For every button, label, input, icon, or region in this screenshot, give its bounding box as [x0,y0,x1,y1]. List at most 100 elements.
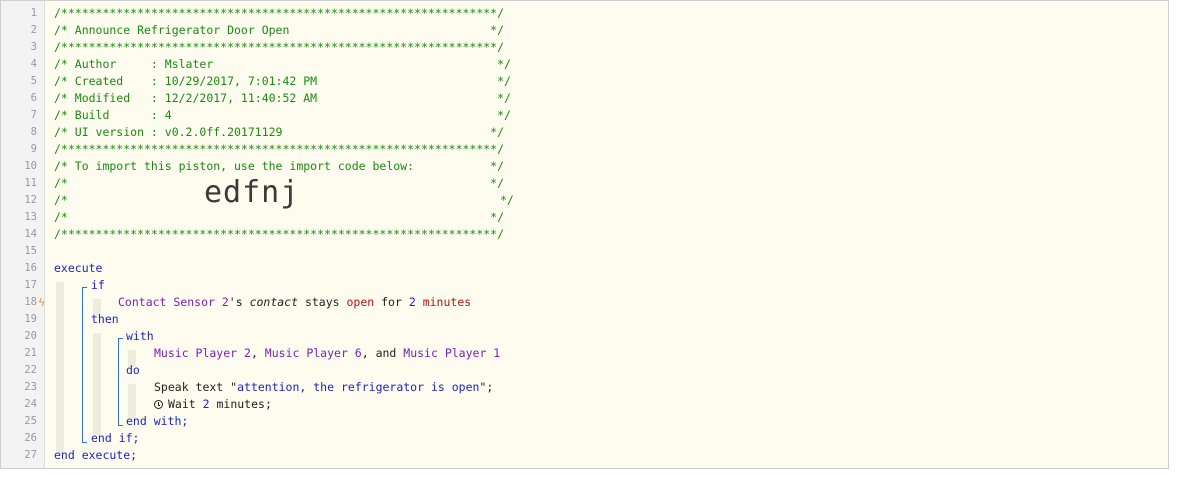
import-code-line: /* edfnj */ [54,178,517,209]
line-number: 12 [24,194,37,206]
attribute-name: contact [249,295,299,309]
line-number: 7 [30,109,37,121]
line-number: 2 [30,24,37,36]
line-number: 11 [24,177,37,189]
device-list[interactable]: Music Player 2, Music Player 6, and Musi… [154,345,500,362]
code-line: 18 ϟ Contact Sensor 2's contact stays open… [1,294,1168,311]
code-line: 7 /* Build : 4 */ [1,107,1168,124]
device-music-player-2[interactable]: Music Player 2 [154,346,251,360]
code-line: 1 /**************************************… [1,5,1168,22]
line-number: 13 [24,211,37,223]
speak-string: attention, the refrigerator is open [237,380,480,394]
speak-end: "; [479,380,494,394]
line-number: 6 [30,92,37,104]
code-line: 19 then [1,311,1168,328]
keyword-if[interactable]: if [91,277,105,294]
comment-open: /* [54,193,68,207]
code-line: 22 do [1,362,1168,379]
comment-text: /***************************************… [54,227,505,241]
line-number: 25 [24,415,37,427]
code-line: 20 with [1,328,1168,345]
code-line: 6 /* Modified : 12/2/2017, 11:40:52 AM */ [1,90,1168,107]
comment-text: /* Build : 4 */ [54,108,511,122]
code-line: 8 /* UI version : v0.2.0ff.20171129 */ [1,124,1168,141]
comment-close: */ [500,193,514,207]
separator: , [250,346,265,360]
code-line: 10 /* To import this piston, use the impo… [1,158,1168,175]
line-number: 10 [24,160,37,172]
code-line: 15 [1,243,1168,260]
comment-text: /* Author : Mslater */ [54,57,511,71]
comment-text: /***************************************… [54,6,505,20]
line-number: 20 [24,330,37,342]
comment-text: /* UI version : v0.2.0ff.20171129 */ [54,125,505,139]
line-number: 23 [24,381,37,393]
device-contact-sensor[interactable]: Contact Sensor 2 [118,295,229,309]
wait-command: Wait [168,397,203,411]
speak-statement[interactable]: Speak text "attention, the refrigerator … [154,379,493,396]
lightning-icon: ϟ [38,296,46,309]
device-music-player-1[interactable]: Music Player 1 [403,346,500,360]
state-value: open [346,295,375,309]
line-number: 5 [30,75,37,87]
code-line: 26 end if; [1,430,1168,447]
keyword-end-with[interactable]: end with; [126,413,188,430]
code-line: 23 Speak text "attention, the refrigerato… [1,379,1168,396]
line-number: 24 [24,398,37,410]
line-number: 17 [24,279,37,291]
line-number: 19 [24,313,37,325]
code-line: 13 /* */ [1,209,1168,226]
line-number: 14 [24,228,37,240]
code-line: 5 /* Created : 10/29/2017, 7:01:42 PM */ [1,73,1168,90]
line-number: 16 [24,262,37,274]
comment-text: /* Announce Refrigerator Door Open */ [54,23,505,37]
condition-statement[interactable]: Contact Sensor 2's contact stays open fo… [118,294,471,311]
wait-number: 2 [202,397,210,411]
code-line: 21 Music Player 2, Music Player 6, and Mu… [1,345,1168,362]
comment-text: /* */ [54,210,505,224]
comment-text: /* To import this piston, use the import… [54,159,505,173]
possessive-text: 's [228,295,250,309]
comment-text: /* Created : 10/29/2017, 7:01:42 PM */ [54,74,511,88]
code-line: 9 /**************************************… [1,141,1168,158]
code-lines: 1 /**************************************… [1,5,1168,464]
device-music-player-6[interactable]: Music Player 6 [265,346,362,360]
for-text: for [374,295,409,309]
code-line: 25 end with; [1,413,1168,430]
code-line: 11/* */ [1,175,1168,192]
line-number: 27 [24,449,37,461]
separator: , and [361,346,404,360]
code-line: 17 if [1,277,1168,294]
keyword-do[interactable]: do [126,362,140,379]
code-line: 2 /* Announce Refrigerator Door Open */ [1,22,1168,39]
code-line: 27 end execute; [1,447,1168,464]
clock-icon [154,400,163,409]
duration-unit: minutes [422,295,472,309]
keyword-execute[interactable]: execute [54,260,102,277]
keyword-end-execute[interactable]: end execute; [54,447,137,464]
code-editor[interactable]: 1 /**************************************… [0,0,1169,469]
line-number: 15 [24,245,37,257]
line-number: 3 [30,41,37,53]
line-number: 21 [24,347,37,359]
keyword-with[interactable]: with [126,328,154,345]
line-number: 4 [30,58,37,70]
line-number: 22 [24,364,37,376]
line-number: 1 [30,7,37,19]
code-line: 12 /* edfnj */ [1,178,1168,209]
line-number: 9 [30,143,37,155]
code-line: 14 /*************************************… [1,226,1168,243]
comment-text: /* Modified : 12/2/2017, 11:40:52 AM */ [54,91,511,105]
import-code: edfnj [204,175,300,210]
code-line: 16 execute [1,260,1168,277]
wait-unit: minutes; [209,397,272,411]
wait-statement[interactable]: Wait 2 minutes; [154,396,272,413]
comment-text: /***************************************… [54,40,505,54]
code-line: 4 /* Author : Mslater */ [1,56,1168,73]
keyword-then[interactable]: then [91,311,119,328]
keyword-end-if[interactable]: end if; [91,430,139,447]
line-number: 8 [30,126,37,138]
speak-command: Speak text " [154,380,238,394]
operator-text: stays [298,295,347,309]
line-number: 18 [24,296,37,308]
